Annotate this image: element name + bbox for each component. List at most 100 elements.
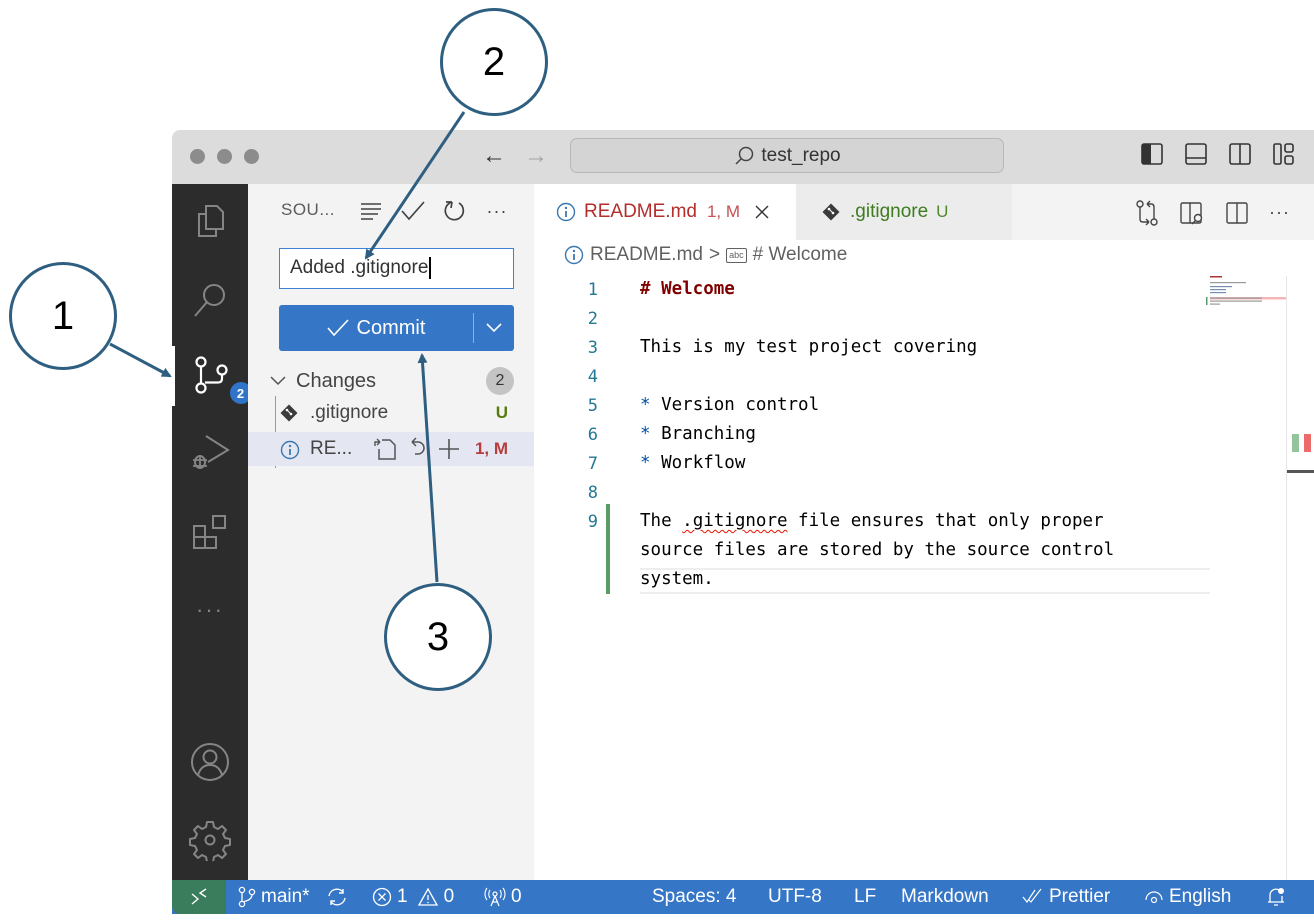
info-icon (556, 202, 576, 222)
ports-indicator[interactable]: 0 (484, 880, 522, 914)
language-mode-indicator[interactable]: Markdown (901, 880, 989, 914)
refresh-icon (444, 201, 465, 221)
open-preview-icon[interactable] (1179, 200, 1205, 226)
changed-file-gitignore[interactable]: .gitignore U (248, 396, 534, 430)
eol-indicator[interactable]: LF (854, 880, 876, 914)
formatter-indicator[interactable]: Prettier (1022, 880, 1110, 914)
code-line: * Workflow (640, 453, 745, 473)
minimap-line (1210, 297, 1262, 299)
file-name: RE... (310, 438, 353, 459)
tab-label: README.md (584, 201, 697, 222)
branch-indicator[interactable]: main* (238, 880, 310, 914)
back-button[interactable]: ← (482, 142, 506, 170)
stage-changes-icon[interactable] (436, 436, 462, 462)
commit-message-input[interactable]: Added .gitignore (279, 248, 514, 289)
line-number: 7 (587, 454, 598, 474)
activity-bar: 2 ··· (172, 184, 252, 880)
remote-icon (191, 888, 207, 905)
command-center-search[interactable]: test_repo (570, 138, 1004, 173)
line-number: 5 (587, 396, 598, 416)
open-file-icon[interactable] (372, 436, 398, 462)
minimap-modified-marker (1206, 297, 1208, 305)
breadcrumb: README.md > abc # Welcome (564, 244, 847, 266)
bullet-text: Workflow (661, 453, 746, 473)
minimap[interactable] (1206, 276, 1286, 336)
tab-gitignore[interactable]: .gitignore U (796, 184, 1012, 240)
discard-changes-icon[interactable] (406, 436, 428, 462)
changes-group-header[interactable]: Changes 2 (270, 366, 514, 396)
changed-file-readme[interactable]: RE... 1, M (248, 432, 534, 466)
activity-more[interactable]: ··· (172, 580, 248, 640)
activity-extensions[interactable] (172, 502, 248, 562)
spell-check-indicator[interactable]: English (1144, 880, 1231, 914)
string-symbol-icon: abc (726, 247, 747, 263)
commit-check-button[interactable] (400, 198, 426, 224)
encoding-indicator[interactable]: UTF-8 (768, 880, 822, 914)
remote-indicator[interactable] (172, 880, 226, 914)
annotation-callout-1: 1 (9, 262, 117, 370)
spelling-error[interactable]: .gitignore (682, 511, 787, 531)
check-icon (326, 319, 349, 337)
forward-button[interactable]: → (524, 142, 548, 170)
warning-count: 0 (443, 886, 455, 907)
close-window-button[interactable] (190, 149, 205, 164)
bullet-marker: * (640, 424, 651, 444)
line-number: 3 (587, 338, 598, 358)
customize-layout-icon[interactable] (1272, 142, 1296, 166)
ports-count: 0 (511, 886, 522, 907)
toggle-secondary-sidebar-icon[interactable] (1228, 142, 1252, 166)
commit-button[interactable]: Commit (279, 305, 473, 351)
warning-icon (417, 887, 438, 906)
activity-source-control[interactable]: 2 (172, 346, 252, 406)
vertical-scrollbar[interactable] (1286, 276, 1287, 880)
spell-language: English (1169, 886, 1232, 907)
text-segment: file ensures that only proper (787, 511, 1104, 531)
tab-readme[interactable]: README.md 1, M (534, 184, 796, 240)
breadcrumb-separator: > (708, 244, 721, 265)
text-segment: The (640, 511, 683, 531)
activity-search[interactable] (172, 270, 248, 330)
activity-manage[interactable] (172, 810, 248, 870)
zoom-window-button[interactable] (244, 149, 259, 164)
toggle-panel-icon[interactable] (1184, 142, 1208, 166)
toggle-primary-sidebar-icon[interactable] (1140, 142, 1164, 166)
breadcrumb-file[interactable]: README.md (590, 244, 703, 266)
problems-indicator[interactable]: 1 0 (372, 880, 454, 914)
minimap-line (1210, 300, 1262, 302)
check-icon (401, 201, 425, 221)
minimap-line (1210, 289, 1226, 291)
open-changes-icon[interactable] (1135, 200, 1159, 226)
tab-status: 1, M (706, 202, 741, 221)
activity-run-debug[interactable] (172, 422, 248, 482)
activity-explorer[interactable] (172, 192, 248, 252)
minimap-line (1210, 292, 1226, 294)
eye-icon (1145, 891, 1163, 904)
close-icon[interactable] (754, 204, 770, 220)
notifications-button[interactable] (1266, 880, 1286, 914)
view-as-list-button[interactable] (358, 198, 384, 224)
info-icon (564, 245, 584, 265)
extensions-icon (193, 515, 226, 549)
current-line-highlight (640, 568, 1210, 594)
sync-button[interactable] (326, 880, 348, 914)
search-icon (735, 146, 754, 165)
line-number: 2 (587, 309, 598, 329)
formatter-name: Prettier (1049, 886, 1111, 907)
commit-options-dropdown[interactable] (474, 305, 514, 351)
error-count: 1 (397, 886, 408, 907)
more-actions-button[interactable]: ··· (1269, 200, 1290, 226)
refresh-button[interactable] (442, 198, 468, 224)
gear-icon (189, 821, 231, 861)
code-line: The .gitignore file ensures that only pr… (640, 511, 1104, 531)
minimize-window-button[interactable] (217, 149, 232, 164)
split-editor-icon[interactable] (1225, 200, 1249, 226)
bullet-marker: * (640, 453, 651, 473)
source-control-sidebar: SOU... ··· Added .gitignore Commit Chang… (248, 184, 534, 880)
more-actions-button[interactable]: ··· (484, 198, 510, 224)
breadcrumb-symbol[interactable]: # Welcome (753, 244, 848, 266)
activity-accounts[interactable] (172, 732, 248, 792)
changes-count-badge: 2 (486, 367, 514, 395)
account-icon (191, 743, 229, 781)
code-line: # Welcome (640, 279, 735, 299)
indentation-indicator[interactable]: Spaces: 4 (652, 880, 737, 914)
